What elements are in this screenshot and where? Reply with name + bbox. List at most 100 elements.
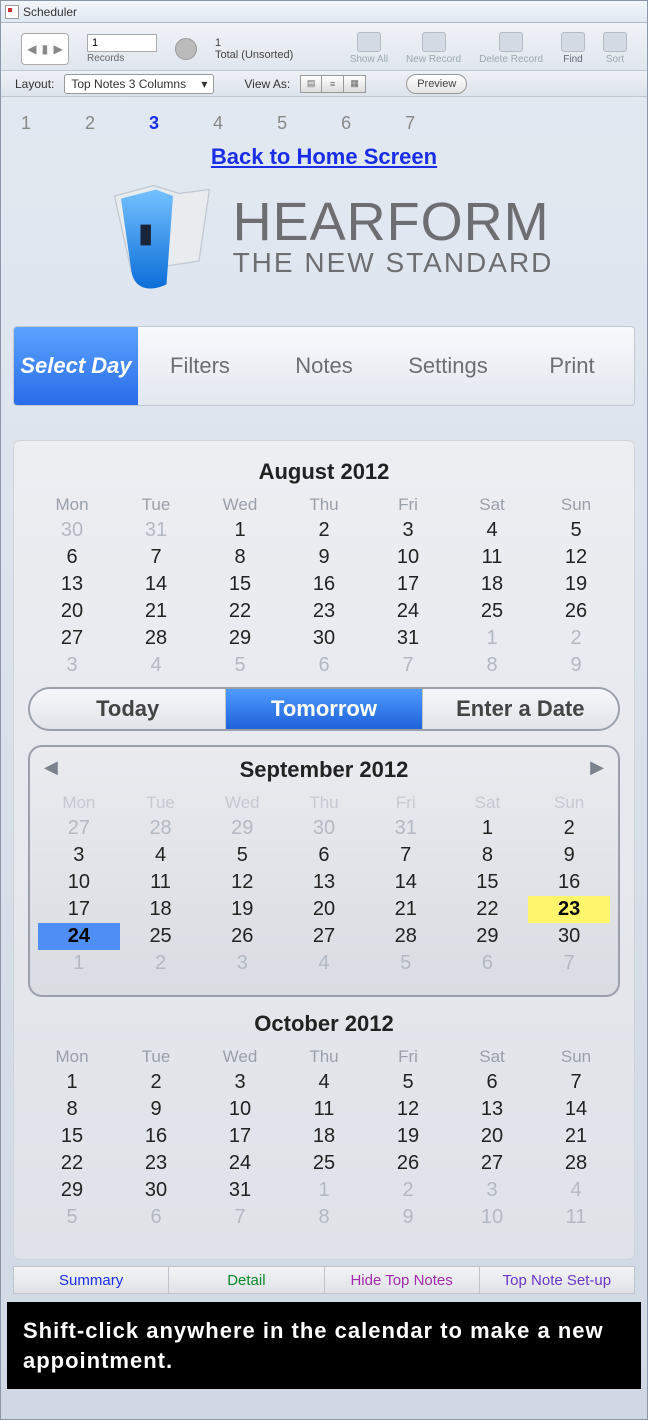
day-cell[interactable]: 7	[114, 544, 198, 571]
day-cell[interactable]: 26	[534, 598, 618, 625]
day-cell[interactable]: 5	[30, 1204, 114, 1231]
day-cell[interactable]: 2	[120, 950, 202, 977]
day-cell[interactable]: 6	[282, 652, 366, 679]
day-cell[interactable]: 31	[366, 625, 450, 652]
day-cell[interactable]: 14	[534, 1096, 618, 1123]
day-cell[interactable]: 9	[366, 1204, 450, 1231]
day-cell[interactable]: 22	[447, 896, 529, 923]
day-cell[interactable]: 4	[114, 652, 198, 679]
day-cell[interactable]: 7	[365, 842, 447, 869]
day-cell[interactable]: 2	[534, 625, 618, 652]
layout-select[interactable]: Top Notes 3 Columns ▾	[64, 74, 214, 94]
day-cell[interactable]: 5	[365, 950, 447, 977]
page-number[interactable]: 1	[21, 113, 31, 134]
day-cell[interactable]: 4	[120, 842, 202, 869]
show-all-button[interactable]: Show All	[350, 32, 388, 65]
day-cell[interactable]: 9	[282, 544, 366, 571]
day-cell[interactable]: 24	[38, 923, 120, 950]
day-cell[interactable]: 26	[201, 923, 283, 950]
view-tab[interactable]: Select Day	[14, 327, 138, 405]
tab-detail[interactable]: Detail	[169, 1266, 324, 1294]
day-cell[interactable]: 20	[30, 598, 114, 625]
day-cell[interactable]: 28	[120, 815, 202, 842]
tab-top-note-setup[interactable]: Top Note Set-up	[480, 1266, 635, 1294]
day-cell[interactable]: 21	[365, 896, 447, 923]
day-cell[interactable]: 30	[30, 517, 114, 544]
day-cell[interactable]: 2	[282, 517, 366, 544]
day-cell[interactable]: 29	[201, 815, 283, 842]
chevron-left-icon[interactable]: ◀	[27, 42, 36, 56]
day-cell[interactable]: 30	[283, 815, 365, 842]
new-record-button[interactable]: New Record	[406, 32, 461, 65]
preview-button[interactable]: Preview	[406, 74, 467, 94]
day-cell[interactable]: 12	[366, 1096, 450, 1123]
day-cell[interactable]: 30	[114, 1177, 198, 1204]
day-cell[interactable]: 27	[450, 1150, 534, 1177]
day-cell[interactable]: 13	[283, 869, 365, 896]
day-cell[interactable]: 29	[447, 923, 529, 950]
day-cell[interactable]: 15	[447, 869, 529, 896]
day-cell[interactable]: 8	[198, 544, 282, 571]
day-cell[interactable]: 30	[528, 923, 610, 950]
day-cell[interactable]: 25	[450, 598, 534, 625]
viewas-form[interactable]: ▤	[300, 75, 322, 93]
day-cell[interactable]: 31	[365, 815, 447, 842]
day-cell[interactable]: 22	[198, 598, 282, 625]
page-number[interactable]: 5	[277, 113, 287, 134]
day-cell[interactable]: 3	[201, 950, 283, 977]
day-cell[interactable]: 3	[450, 1177, 534, 1204]
view-tab[interactable]: Filters	[138, 327, 262, 405]
day-cell[interactable]: 6	[114, 1204, 198, 1231]
delete-record-button[interactable]: Delete Record	[479, 32, 543, 65]
day-cell[interactable]: 28	[534, 1150, 618, 1177]
day-cell[interactable]: 7	[528, 950, 610, 977]
sort-button[interactable]: Sort	[603, 32, 627, 65]
record-number-input[interactable]	[87, 34, 157, 52]
day-cell[interactable]: 15	[30, 1123, 114, 1150]
day-cell[interactable]: 23	[114, 1150, 198, 1177]
day-cell[interactable]: 8	[30, 1096, 114, 1123]
day-cell[interactable]: 29	[30, 1177, 114, 1204]
day-cell[interactable]: 3	[38, 842, 120, 869]
day-cell[interactable]: 24	[198, 1150, 282, 1177]
day-cell[interactable]: 28	[114, 625, 198, 652]
day-cell[interactable]: 14	[114, 571, 198, 598]
day-cell[interactable]: 8	[282, 1204, 366, 1231]
day-cell[interactable]: 7	[198, 1204, 282, 1231]
tte-button[interactable]: Today	[30, 689, 225, 729]
tte-button[interactable]: Tomorrow	[225, 689, 421, 729]
day-cell[interactable]: 11	[450, 544, 534, 571]
day-cell[interactable]: 20	[450, 1123, 534, 1150]
day-cell[interactable]: 3	[198, 1069, 282, 1096]
day-cell[interactable]: 10	[38, 869, 120, 896]
day-cell[interactable]: 24	[366, 598, 450, 625]
day-cell[interactable]: 1	[282, 1177, 366, 1204]
day-cell[interactable]: 1	[447, 815, 529, 842]
day-cell[interactable]: 11	[282, 1096, 366, 1123]
day-cell[interactable]: 17	[38, 896, 120, 923]
day-cell[interactable]: 20	[283, 896, 365, 923]
day-cell[interactable]: 13	[450, 1096, 534, 1123]
day-cell[interactable]: 4	[534, 1177, 618, 1204]
day-cell[interactable]: 6	[30, 544, 114, 571]
find-button[interactable]: Find	[561, 32, 585, 65]
day-cell[interactable]: 17	[198, 1123, 282, 1150]
day-cell[interactable]: 2	[366, 1177, 450, 1204]
day-cell[interactable]: 9	[114, 1096, 198, 1123]
day-cell[interactable]: 30	[282, 625, 366, 652]
day-cell[interactable]: 2	[528, 815, 610, 842]
day-cell[interactable]: 5	[201, 842, 283, 869]
day-cell[interactable]: 4	[283, 950, 365, 977]
page-number[interactable]: 4	[213, 113, 223, 134]
day-cell[interactable]: 1	[198, 517, 282, 544]
record-nav[interactable]: ◀ ▮ ▶	[21, 33, 69, 65]
day-cell[interactable]: 19	[366, 1123, 450, 1150]
day-cell[interactable]: 1	[38, 950, 120, 977]
day-cell[interactable]: 21	[114, 598, 198, 625]
day-cell[interactable]: 18	[450, 571, 534, 598]
day-cell[interactable]: 1	[30, 1069, 114, 1096]
day-cell[interactable]: 18	[120, 896, 202, 923]
day-cell[interactable]: 28	[365, 923, 447, 950]
day-cell[interactable]: 11	[120, 869, 202, 896]
day-cell[interactable]: 27	[283, 923, 365, 950]
